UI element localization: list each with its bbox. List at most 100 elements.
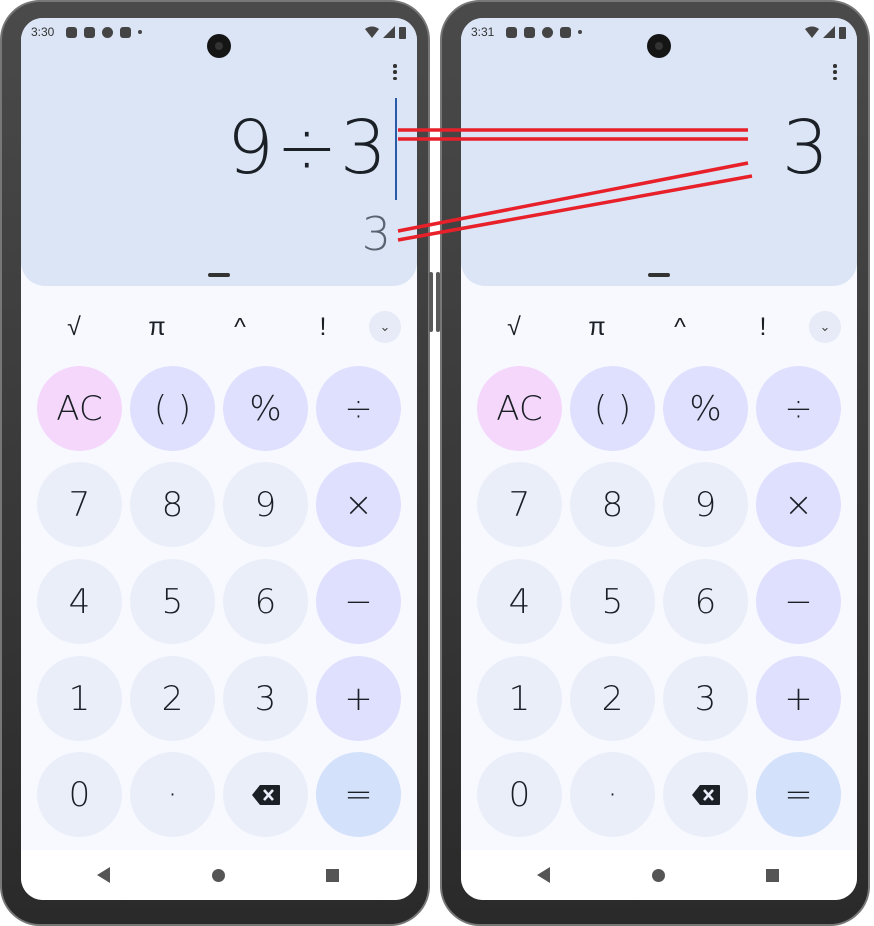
pi-button[interactable]: π [577, 313, 617, 342]
front-camera [647, 34, 671, 58]
shield-icon [560, 26, 572, 38]
add-button[interactable]: + [756, 656, 841, 741]
digit-6-button[interactable]: 6 [223, 559, 308, 644]
digit-1-button[interactable]: 1 [477, 656, 562, 741]
more-vert-icon[interactable] [387, 62, 403, 82]
power-button[interactable]: ^ [220, 313, 260, 342]
digit-8-button[interactable]: 8 [570, 462, 655, 547]
notification-icon [524, 26, 536, 38]
navigation-bar [21, 850, 417, 900]
back-icon[interactable] [97, 867, 110, 883]
digit-2-button[interactable]: 2 [570, 656, 655, 741]
digit-4-button[interactable]: 4 [37, 559, 122, 644]
digit-6-button[interactable]: 6 [663, 559, 748, 644]
result-preview: 3 [361, 207, 391, 261]
digit-9-button[interactable]: 9 [223, 462, 308, 547]
backspace-button[interactable] [663, 752, 748, 837]
shield-icon [120, 26, 132, 38]
notification-icon [84, 26, 96, 38]
signal-icon [383, 26, 395, 38]
subtract-button[interactable]: − [756, 559, 841, 644]
parentheses-button[interactable]: ( ) [570, 366, 655, 451]
drag-handle[interactable] [648, 273, 670, 277]
pi-button[interactable]: π [137, 313, 177, 342]
digit-1-button[interactable]: 1 [37, 656, 122, 741]
scientific-row: √ π ^ ! ⌄ [461, 308, 857, 346]
digit-0-button[interactable]: 0 [37, 752, 122, 837]
navigation-bar [461, 850, 857, 900]
play-icon [102, 26, 114, 38]
subtract-button[interactable]: − [316, 559, 401, 644]
battery-icon [399, 26, 406, 39]
factorial-button[interactable]: ! [303, 313, 343, 342]
digit-3-button[interactable]: 3 [663, 656, 748, 741]
keypad: AC ( ) % ÷ 7 8 9 × 4 5 6 − 1 2 3 + 0 · = [37, 366, 401, 837]
divide-button[interactable]: ÷ [756, 366, 841, 451]
parentheses-button[interactable]: ( ) [130, 366, 215, 451]
dot-icon [138, 30, 143, 34]
digit-7-button[interactable]: 7 [37, 462, 122, 547]
play-icon [542, 26, 554, 38]
display-panel: 3:31 3 [461, 18, 857, 286]
display-panel: 3:30 9÷3 3 [21, 18, 417, 286]
battery-icon [839, 26, 846, 39]
left-phone-frame: 3:30 9÷3 3 √ π ^ ! ⌄ AC () % ÷ 7 8 9 × … [0, 0, 433, 926]
signal-icon [823, 26, 835, 38]
recent-apps-icon[interactable] [326, 869, 339, 882]
digit-7-button[interactable]: 7 [477, 462, 562, 547]
digit-9-button[interactable]: 9 [663, 462, 748, 547]
digit-2-button[interactable]: 2 [130, 656, 215, 741]
sqrt-button[interactable]: √ [494, 313, 534, 342]
right-calculator-screen: 3:31 3 √ π ^ ! ⌄ AC () % ÷ 7 8 9 × 4 5 … [461, 18, 857, 900]
front-camera [207, 34, 231, 58]
digit-3-button[interactable]: 3 [223, 656, 308, 741]
digit-4-button[interactable]: 4 [477, 559, 562, 644]
equals-button[interactable]: = [316, 752, 401, 837]
digit-8-button[interactable]: 8 [130, 462, 215, 547]
sqrt-button[interactable]: √ [54, 313, 94, 342]
right-phone-frame: 3:31 3 √ π ^ ! ⌄ AC () % ÷ 7 8 9 × 4 5 … [436, 0, 870, 926]
digit-0-button[interactable]: 0 [477, 752, 562, 837]
expression-display[interactable]: 9÷3 [227, 98, 389, 198]
text-cursor [395, 98, 397, 200]
backspace-icon [251, 784, 280, 805]
divide-button[interactable]: ÷ [316, 366, 401, 451]
volume-button [429, 272, 433, 332]
digit-5-button[interactable]: 5 [130, 559, 215, 644]
status-time: 3:30 [31, 25, 55, 39]
multiply-button[interactable]: × [316, 462, 401, 547]
wifi-icon [805, 26, 819, 38]
decimal-button[interactable]: · [130, 752, 215, 837]
wifi-icon [365, 26, 379, 38]
home-icon[interactable] [652, 869, 665, 882]
more-vert-icon[interactable] [827, 62, 843, 82]
settings-icon [66, 26, 78, 38]
chevron-down-icon[interactable]: ⌄ [809, 311, 841, 343]
clear-button[interactable]: AC [37, 366, 122, 451]
equals-button[interactable]: = [756, 752, 841, 837]
factorial-button[interactable]: ! [743, 313, 783, 342]
recent-apps-icon[interactable] [766, 869, 779, 882]
backspace-icon [691, 784, 720, 805]
multiply-button[interactable]: × [756, 462, 841, 547]
digit-5-button[interactable]: 5 [570, 559, 655, 644]
percent-button[interactable]: % [663, 366, 748, 451]
clear-button[interactable]: AC [477, 366, 562, 451]
home-icon[interactable] [212, 869, 225, 882]
result-display[interactable]: 3 [782, 108, 829, 188]
volume-button [436, 272, 440, 332]
left-calculator-screen: 3:30 9÷3 3 √ π ^ ! ⌄ AC () % ÷ 7 8 9 × … [21, 18, 417, 900]
back-icon[interactable] [537, 867, 550, 883]
status-time: 3:31 [471, 25, 495, 39]
keypad: AC ( ) % ÷ 7 8 9 × 4 5 6 − 1 2 3 + 0 · = [477, 366, 841, 837]
add-button[interactable]: + [316, 656, 401, 741]
settings-icon [506, 26, 518, 38]
backspace-button[interactable] [223, 752, 308, 837]
percent-button[interactable]: % [223, 366, 308, 451]
power-button[interactable]: ^ [660, 313, 700, 342]
scientific-row: √ π ^ ! ⌄ [21, 308, 417, 346]
chevron-down-icon[interactable]: ⌄ [369, 311, 401, 343]
decimal-button[interactable]: · [570, 752, 655, 837]
dot-icon [578, 30, 583, 34]
drag-handle[interactable] [208, 273, 230, 277]
